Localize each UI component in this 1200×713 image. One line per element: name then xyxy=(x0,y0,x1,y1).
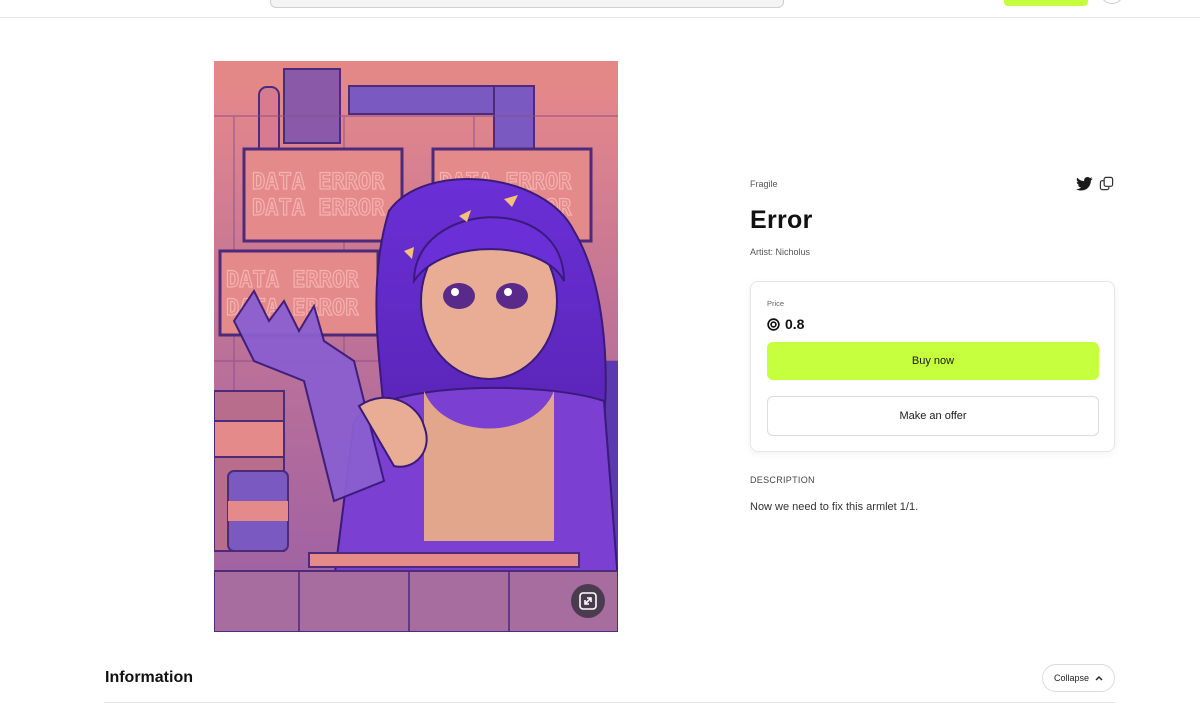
make-offer-button[interactable]: Make an offer xyxy=(767,396,1099,436)
nft-detail-page: DATA ERROR DATA ERROR DATA ERROR DATA ER… xyxy=(0,0,1200,713)
information-heading: Information xyxy=(105,669,193,686)
svg-text:DATA ERROR: DATA ERROR xyxy=(226,268,359,293)
chevron-up-icon xyxy=(1095,675,1103,681)
price-label: Price xyxy=(767,299,785,308)
price-value: 0.8 xyxy=(767,316,804,332)
twitter-icon[interactable] xyxy=(1076,176,1093,191)
price-card: Price 0.8 Buy now Make an offer xyxy=(750,281,1115,452)
buy-now-button[interactable]: Buy now xyxy=(767,342,1099,380)
svg-text:DATA ERROR: DATA ERROR xyxy=(252,196,385,221)
search-input[interactable] xyxy=(270,0,784,8)
nft-title: Error xyxy=(750,206,813,234)
section-divider xyxy=(104,702,1115,703)
avatar[interactable] xyxy=(1100,0,1124,4)
top-navigation-bar xyxy=(0,0,1200,18)
collection-link[interactable]: Fragile xyxy=(750,179,778,189)
artist-name[interactable]: Artist: Nicholus xyxy=(750,247,810,257)
collapse-button[interactable]: Collapse xyxy=(1042,664,1115,692)
description-text: Now we need to fix this armlet 1/1. xyxy=(750,501,919,513)
top-action-button[interactable] xyxy=(1004,0,1088,6)
price-amount: 0.8 xyxy=(785,316,805,332)
share-actions xyxy=(1076,176,1114,191)
currency-circle-icon xyxy=(767,317,780,331)
expand-image-button[interactable] xyxy=(571,584,605,618)
description-heading: DESCRIPTION xyxy=(750,475,815,485)
svg-text:DATA ERROR: DATA ERROR xyxy=(252,170,385,195)
collapse-label: Collapse xyxy=(1053,673,1090,683)
copy-link-icon[interactable] xyxy=(1099,176,1114,191)
nft-artwork-image[interactable]: DATA ERROR DATA ERROR DATA ERROR DATA ER… xyxy=(214,61,618,632)
expand-arrow-icon xyxy=(578,591,598,611)
